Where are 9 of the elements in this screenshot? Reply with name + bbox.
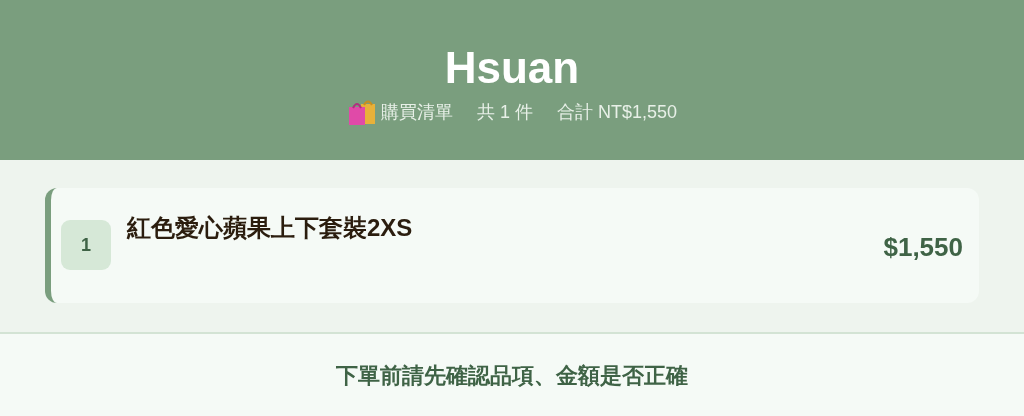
list-label: 購買清單 [380,100,453,124]
shopping-bag-icon [346,98,377,126]
footer-note: 下單前請先確認品項、金額是否正確 [336,361,688,390]
item-price: $1,550 [883,231,963,264]
item-number: 1 [61,220,111,270]
page-title: Hsuan [444,46,580,90]
item-count: 共 1 件 [476,100,533,124]
total-amount: 合計 NT$1,550 [556,100,678,124]
item-name: 紅色愛心蘋果上下套裝2XS [127,213,414,243]
